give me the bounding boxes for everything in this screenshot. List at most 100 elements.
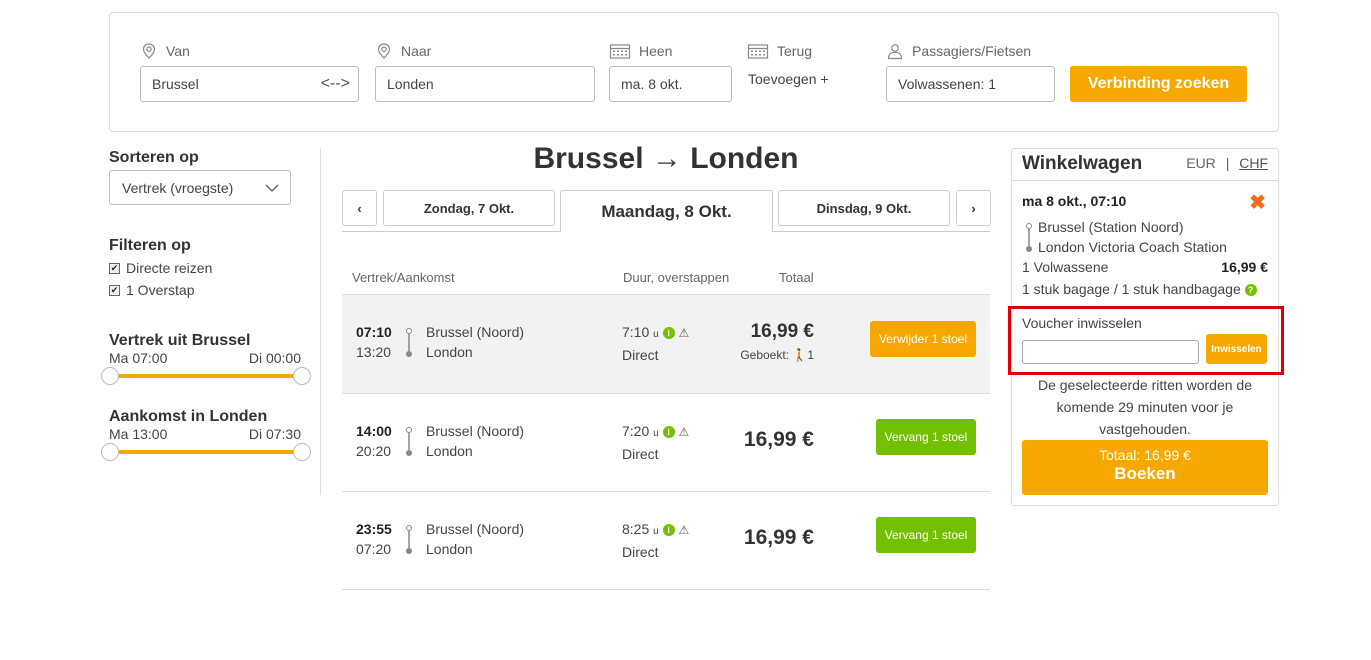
person-icon	[887, 44, 903, 60]
duration-unit: u	[653, 329, 659, 340]
depart-date-input[interactable]: ma. 8 okt.	[609, 66, 732, 102]
calendar-icon	[747, 44, 769, 59]
book-total: Totaal: 16,99 €	[1099, 447, 1191, 463]
currency-chf[interactable]: CHF	[1239, 155, 1268, 171]
return-field: Terug Toevoegen +	[747, 41, 829, 87]
filter-direct-label: Directe reizen	[126, 260, 213, 276]
swap-icon[interactable]: <-->	[321, 75, 350, 93]
passengers-value: Volwassenen: 1	[898, 76, 997, 92]
tab-next-day[interactable]: Dinsdag, 9 Okt.	[778, 190, 950, 226]
replace-seat-button[interactable]: Vervang 1 stoel	[876, 517, 976, 553]
book-button[interactable]: Totaal: 16,99 € Boeken	[1022, 440, 1268, 495]
cart-passenger-price: 16,99 €	[1221, 259, 1268, 275]
return-add-link[interactable]: Toevoegen +	[748, 71, 829, 87]
checkbox-checked-icon: ✔	[109, 284, 120, 296]
currency-separator: |	[1225, 155, 1230, 171]
filter-title: Filteren op	[109, 237, 191, 254]
filter-one-transfer-checkbox[interactable]: ✔ 1 Overstap	[109, 279, 212, 301]
cart-trip-date: ma 8 okt., 07:10	[1022, 193, 1127, 209]
departure-range-min: Ma 07:00	[109, 350, 168, 366]
origin-stop: Brussel (Noord)	[426, 324, 525, 340]
location-pin-icon	[142, 43, 156, 59]
voucher-redeem-button[interactable]: Inwisselen	[1206, 334, 1267, 364]
cart-passengers: 1 Volwassene	[1022, 259, 1109, 275]
warning-icon[interactable]: ⚠	[678, 323, 689, 343]
connection-type: Direct	[622, 544, 659, 560]
connection-type: Direct	[622, 347, 659, 363]
info-icon[interactable]: i	[662, 524, 675, 537]
cart-destination: London Victoria Coach Station	[1038, 239, 1227, 255]
departure-time: 07:10	[356, 324, 392, 340]
destination-stop: London	[426, 443, 473, 459]
route-title: Brussel → Londen	[533, 142, 799, 175]
filters-sidebar: Sorteren op Vertrek (vroegste) Filteren …	[101, 148, 321, 495]
voucher-section: Voucher inwisselen Inwisselen	[1008, 306, 1284, 375]
departure-time: 14:00	[356, 423, 392, 439]
person-icon: 🚶	[792, 348, 808, 362]
passengers-input[interactable]: Volwassenen: 1	[886, 66, 1055, 102]
duration-unit: u	[653, 526, 659, 537]
destination-stop: London	[426, 344, 473, 360]
route-line-icon	[1026, 223, 1032, 252]
passengers-field: Passagiers/Fietsen Volwassenen: 1	[886, 41, 1055, 102]
table-row: 14:00 20:20 Brussel (Noord) London 7:20 …	[342, 394, 990, 492]
calendar-icon	[609, 44, 631, 59]
departure-slider[interactable]	[101, 366, 311, 386]
slider-min-handle[interactable]	[101, 367, 119, 385]
checkbox-checked-icon: ✔	[109, 262, 120, 274]
close-icon[interactable]: ✖	[1249, 190, 1266, 215]
tab-prev-day[interactable]: Zondag, 7 Okt.	[383, 190, 555, 226]
sort-value: Vertrek (vroegste)	[122, 179, 234, 196]
departure-range-title: Vertrek uit Brussel	[109, 332, 251, 349]
to-label: Naar	[401, 43, 432, 59]
booked-indicator: Geboekt: 🚶1	[740, 348, 814, 362]
voucher-label: Voucher inwisselen	[1022, 315, 1142, 331]
warning-icon[interactable]: ⚠	[678, 422, 689, 442]
depart-label: Heen	[639, 43, 673, 59]
route-line-icon	[406, 525, 412, 554]
arrival-range: Aankomst in Londen Ma 13:00 Di 07:30	[101, 408, 311, 462]
currency-switch: EUR | CHF	[1186, 155, 1268, 171]
booked-count: 1	[807, 348, 814, 362]
search-button[interactable]: Verbinding zoeken	[1070, 66, 1247, 102]
connection-type: Direct	[622, 446, 659, 462]
currency-eur[interactable]: EUR	[1186, 155, 1216, 171]
warning-icon[interactable]: ⚠	[678, 520, 689, 540]
remove-seat-button[interactable]: Verwijder 1 stoel	[870, 321, 976, 357]
arrival-range-max: Di 07:30	[248, 426, 301, 442]
destination-stop: London	[426, 541, 473, 557]
voucher-input[interactable]	[1022, 340, 1199, 364]
slider-min-handle[interactable]	[101, 443, 119, 461]
replace-seat-button[interactable]: Vervang 1 stoel	[876, 419, 976, 455]
sort-select[interactable]: Vertrek (vroegste)	[109, 170, 291, 205]
slider-max-handle[interactable]	[293, 367, 311, 385]
duration: 7:20	[622, 423, 650, 439]
duration-unit: u	[653, 428, 659, 439]
return-label: Terug	[777, 43, 813, 59]
from-value: Brussel	[152, 76, 199, 92]
arrival-time: 20:20	[356, 443, 392, 459]
slider-track	[109, 450, 301, 454]
tab-current-day[interactable]: Maandag, 8 Okt.	[560, 190, 773, 232]
depart-field: Heen ma. 8 okt.	[609, 41, 732, 102]
to-field: Naar Londen	[375, 41, 595, 102]
price: 16,99 €	[743, 526, 814, 549]
duration: 7:10	[622, 324, 650, 340]
arrival-slider[interactable]	[101, 442, 311, 462]
info-icon[interactable]: i	[662, 426, 675, 439]
from-input[interactable]: Brussel <-->	[140, 66, 359, 102]
passengers-label: Passagiers/Fietsen	[912, 43, 1032, 59]
help-icon[interactable]: ?	[1244, 284, 1257, 297]
prev-day-arrow[interactable]: ‹	[342, 190, 377, 226]
filter-direct-checkbox[interactable]: ✔ Directe reizen	[109, 257, 212, 279]
info-icon[interactable]: i	[662, 327, 675, 340]
arrival-range-title: Aankomst in Londen	[109, 408, 268, 425]
cart-origin: Brussel (Station Noord)	[1038, 219, 1184, 235]
arrival-range-min: Ma 13:00	[109, 426, 168, 442]
arrival-time: 07:20	[356, 541, 392, 557]
to-input[interactable]: Londen	[375, 66, 595, 102]
cart-title: Winkelwagen	[1022, 153, 1143, 174]
next-day-arrow[interactable]: ›	[956, 190, 991, 226]
price: 16,99 €	[750, 321, 814, 342]
slider-max-handle[interactable]	[293, 443, 311, 461]
